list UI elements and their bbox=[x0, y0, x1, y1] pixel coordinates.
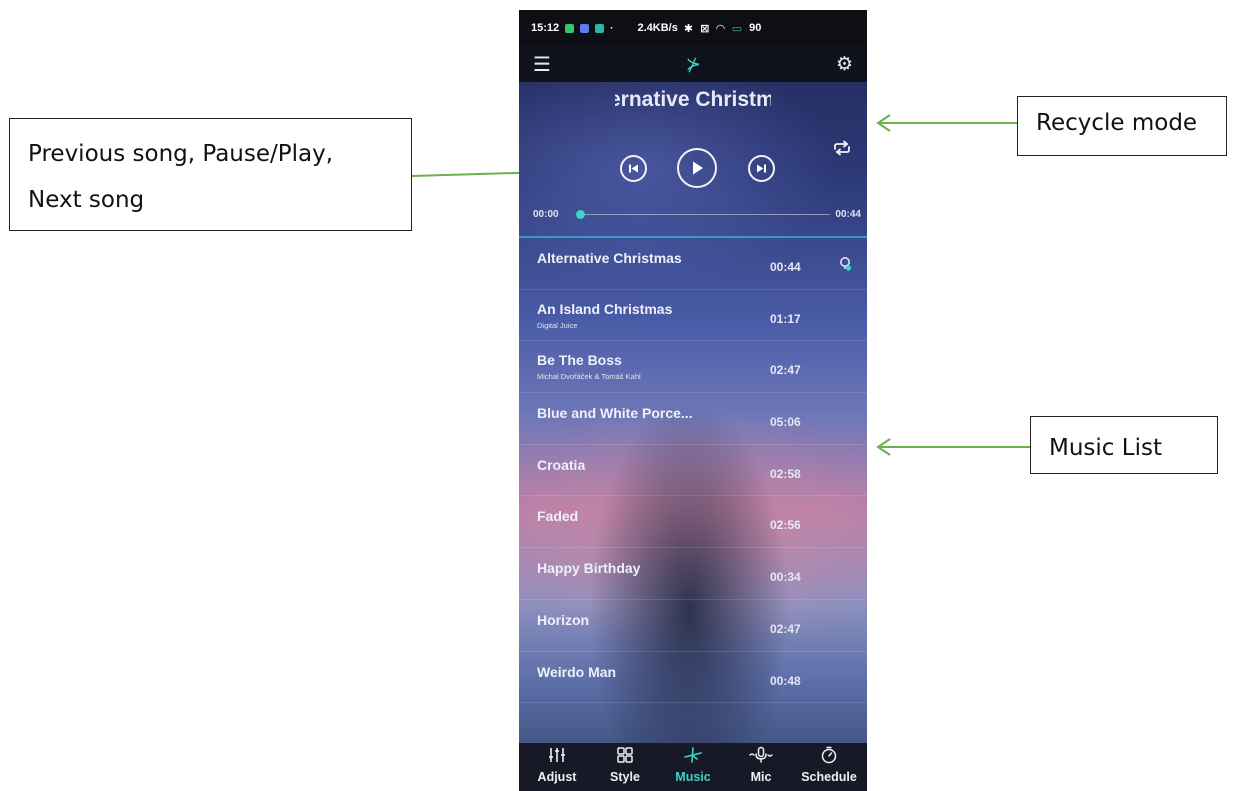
track-row[interactable]: Croatia 02:58 bbox=[519, 445, 867, 497]
repeat-icon[interactable] bbox=[831, 140, 853, 156]
controls-callout-line2: Next song bbox=[28, 187, 145, 213]
track-row[interactable]: Faded 02:56 bbox=[519, 496, 867, 549]
status-bar: 15:12 · 2.4KB/s ✱ ⊠ ◠ ▭ 90 bbox=[519, 10, 867, 46]
track-row[interactable]: Happy Birthday 00:34 bbox=[519, 548, 867, 600]
nav-mic[interactable]: Mic bbox=[729, 743, 793, 784]
track-row[interactable]: Be The Boss Michal Dvořáček & Tomáš Kahl 0… bbox=[519, 341, 867, 394]
nav-label: Adjust bbox=[537, 770, 577, 784]
wifi-icon: ◠ bbox=[716, 22, 726, 35]
menu-icon[interactable]: ☰ bbox=[533, 52, 551, 77]
sim-icon: ⊠ bbox=[700, 22, 711, 35]
track-row[interactable]: Alternative Christmas 00:44 bbox=[519, 238, 867, 290]
battery-level: 90 bbox=[749, 22, 762, 34]
track-duration: 00:44 bbox=[770, 260, 801, 274]
bluetooth-icon: ✱ bbox=[683, 22, 695, 35]
network-speed: 2.4KB/s bbox=[637, 22, 678, 34]
track-name: Alternative Christmas bbox=[537, 250, 682, 266]
recycle-callout: Recycle mode bbox=[1017, 96, 1227, 156]
track-duration: 02:56 bbox=[770, 518, 801, 533]
music-logo-icon: ⊁ bbox=[685, 53, 701, 74]
nav-label: Music bbox=[675, 770, 711, 784]
progress-bar[interactable]: 00:00 00:44 bbox=[533, 206, 865, 222]
controls-callout-line1: Previous song, Pause/Play, bbox=[28, 141, 334, 167]
total-time: 00:44 bbox=[835, 209, 861, 220]
timer-icon bbox=[797, 746, 861, 768]
track-duration: 02:47 bbox=[770, 621, 801, 636]
progress-track[interactable] bbox=[581, 214, 830, 215]
battery-icon: ▭ bbox=[731, 22, 744, 35]
nav-style[interactable]: Style bbox=[593, 743, 657, 784]
controls-callout: Previous song, Pause/Play, Next song bbox=[9, 118, 412, 231]
nav-music[interactable]: Music bbox=[661, 743, 725, 784]
track-name: Horizon bbox=[537, 611, 590, 628]
music-logo-icon bbox=[661, 746, 725, 768]
play-pause-button[interactable] bbox=[677, 148, 717, 188]
nav-schedule[interactable]: Schedule bbox=[797, 743, 861, 784]
notification-icon bbox=[595, 23, 605, 33]
skip-next-icon bbox=[757, 164, 766, 173]
track-name: Happy Birthday bbox=[537, 560, 641, 577]
track-name: Croatia bbox=[537, 456, 586, 473]
track-duration: 05:06 bbox=[770, 415, 801, 430]
notification-icon bbox=[565, 23, 575, 33]
current-time: 00:00 bbox=[533, 209, 559, 220]
track-row[interactable]: Weirdo Man 00:48 bbox=[519, 652, 867, 704]
track-duration: 02:47 bbox=[770, 363, 801, 378]
status-time: 15:12 bbox=[531, 22, 560, 34]
progress-knob[interactable] bbox=[576, 210, 585, 219]
track-name: An Island Christmas bbox=[537, 300, 673, 317]
now-playing-icon bbox=[839, 256, 853, 275]
song-title-marquee: Alternative Christmas bbox=[615, 82, 771, 122]
app-bar: ☰ ⊁ ⚙ bbox=[519, 46, 867, 82]
nav-adjust[interactable]: Adjust bbox=[525, 743, 589, 784]
play-icon bbox=[693, 161, 703, 175]
music-list: Alternative Christmas 00:44 An Island Chri… bbox=[519, 238, 867, 704]
mic-icon bbox=[729, 746, 793, 768]
track-row[interactable]: An Island Christmas Digital Juice 01:17 bbox=[519, 290, 867, 342]
next-button[interactable] bbox=[748, 155, 775, 182]
skip-previous-icon bbox=[629, 164, 638, 173]
phone-screen: 15:12 · 2.4KB/s ✱ ⊠ ◠ ▭ 90 ☰ ⊁ ⚙ Alterna… bbox=[519, 10, 867, 791]
previous-button[interactable] bbox=[620, 155, 647, 182]
gear-icon[interactable]: ⚙ bbox=[836, 53, 853, 76]
sliders-icon bbox=[525, 746, 589, 768]
dot-icon: · bbox=[610, 22, 614, 34]
track-name: Weirdo Man bbox=[537, 663, 617, 680]
track-duration: 00:48 bbox=[770, 673, 801, 688]
track-duration: 00:34 bbox=[770, 570, 801, 585]
track-artist: Michal Dvořáček & Tomáš Kahl bbox=[537, 372, 641, 382]
nav-label: Schedule bbox=[801, 770, 857, 784]
track-row[interactable]: Blue and White Porce... 05:06 bbox=[519, 393, 867, 445]
track-artist: Digital Juice bbox=[537, 320, 578, 330]
track-name: Blue and White Porce... bbox=[537, 405, 693, 422]
track-name: Be The Boss bbox=[537, 352, 622, 369]
music-list-callout: Music List bbox=[1030, 416, 1218, 474]
song-title: Alternative Christmas bbox=[615, 88, 771, 111]
track-name: Faded bbox=[537, 508, 579, 525]
track-duration: 02:58 bbox=[770, 466, 801, 481]
nav-label: Mic bbox=[750, 770, 772, 784]
track-row[interactable]: Horizon 02:47 bbox=[519, 600, 867, 652]
grid-icon bbox=[593, 746, 657, 768]
nav-label: Style bbox=[610, 770, 640, 784]
bottom-nav: Adjust Style Music Mic Schedule bbox=[519, 743, 867, 791]
track-duration: 01:17 bbox=[770, 311, 801, 326]
notification-icon bbox=[580, 23, 590, 33]
